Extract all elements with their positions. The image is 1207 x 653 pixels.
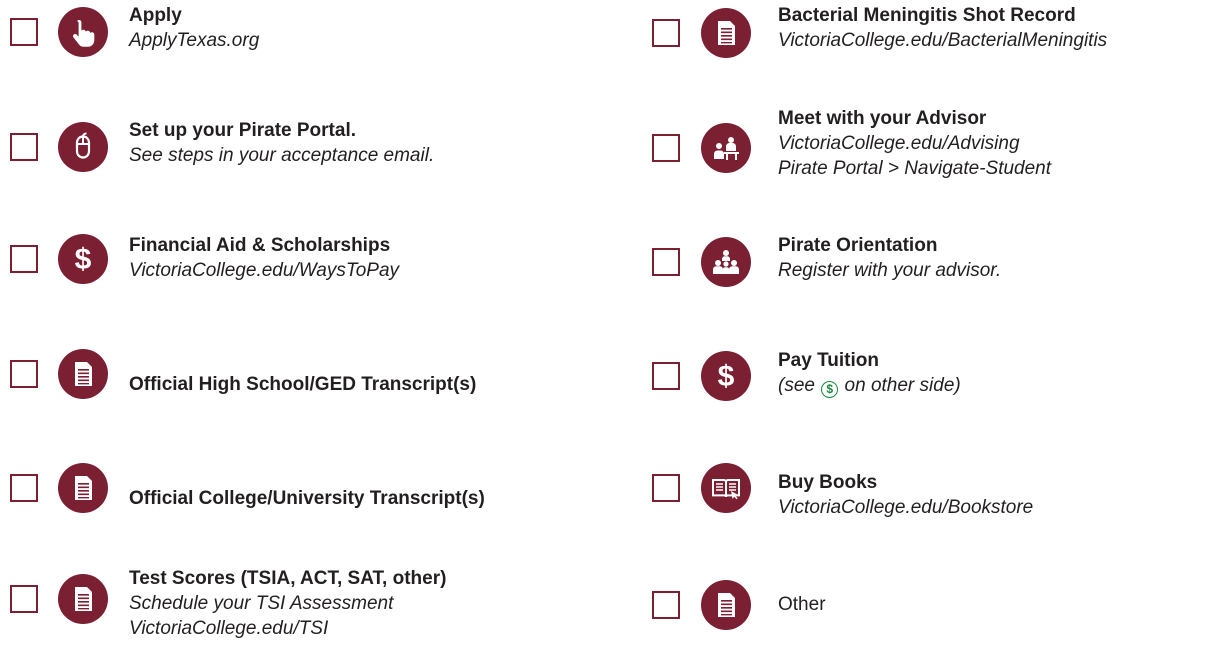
document-icon	[58, 463, 108, 513]
item-title: Bacterial Meningitis Shot Record	[778, 5, 1076, 26]
dollar-icon: $	[701, 351, 751, 401]
item-title: Official High School/GED Transcript(s)	[129, 374, 477, 395]
svg-text:$: $	[75, 243, 92, 276]
group-icon	[701, 237, 751, 287]
item-note: Schedule your TSI Assessment	[129, 593, 394, 614]
note-suffix: on other side)	[839, 375, 961, 396]
mouse-icon	[58, 122, 108, 172]
checkbox[interactable]	[652, 362, 680, 390]
item-note: Pirate Portal > Navigate-Student	[778, 158, 1052, 179]
item-title: Set up your Pirate Portal.	[129, 120, 356, 141]
checkbox[interactable]	[10, 245, 38, 273]
item-title: Buy Books	[778, 472, 878, 493]
item-title: Financial Aid & Scholarships	[129, 235, 391, 256]
item-title: Pirate Orientation	[778, 235, 938, 256]
item-label: Other	[778, 594, 826, 615]
item-link[interactable]: VictoriaCollege.edu/Bookstore	[778, 495, 1033, 520]
item-title: Test Scores (TSIA, ACT, SAT, other)	[129, 568, 447, 589]
checkbox[interactable]	[10, 18, 38, 46]
checkbox[interactable]	[652, 19, 680, 47]
checkbox[interactable]	[652, 134, 680, 162]
document-icon	[701, 580, 751, 630]
item-note: See steps in your acceptance email.	[129, 145, 435, 166]
item-link[interactable]: VictoriaCollege.edu/WaysToPay	[129, 258, 399, 283]
note-prefix: (see	[778, 375, 821, 396]
checkbox[interactable]	[652, 591, 680, 619]
checkbox[interactable]	[10, 474, 38, 502]
item-title: Pay Tuition	[778, 350, 879, 371]
document-icon	[58, 574, 108, 624]
item-link[interactable]: VictoriaCollege.edu/TSI	[129, 616, 446, 641]
book-icon	[701, 463, 751, 513]
item-title: Meet with your Advisor	[778, 108, 987, 129]
document-icon	[58, 349, 108, 399]
item-note: (see $ on other side)	[778, 373, 961, 398]
item-link[interactable]: VictoriaCollege.edu/Advising	[778, 131, 1051, 156]
item-title: Official College/University Transcript(s…	[129, 488, 485, 509]
document-icon	[701, 8, 751, 58]
checkbox[interactable]	[10, 585, 38, 613]
pointer-hand-icon	[58, 7, 108, 57]
checkbox[interactable]	[10, 360, 38, 388]
dollar-circle-icon: $	[821, 381, 839, 398]
item-link[interactable]: ApplyTexas.org	[129, 28, 259, 53]
checkbox[interactable]	[10, 133, 38, 161]
item-note: Register with your advisor.	[778, 260, 1002, 281]
item-link[interactable]: VictoriaCollege.edu/BacterialMeningitis	[778, 28, 1107, 53]
dollar-icon: $	[58, 234, 108, 284]
checkbox[interactable]	[652, 248, 680, 276]
advisor-icon	[701, 123, 751, 173]
item-title: Apply	[129, 5, 182, 26]
svg-text:$: $	[718, 360, 735, 393]
checkbox[interactable]	[652, 474, 680, 502]
